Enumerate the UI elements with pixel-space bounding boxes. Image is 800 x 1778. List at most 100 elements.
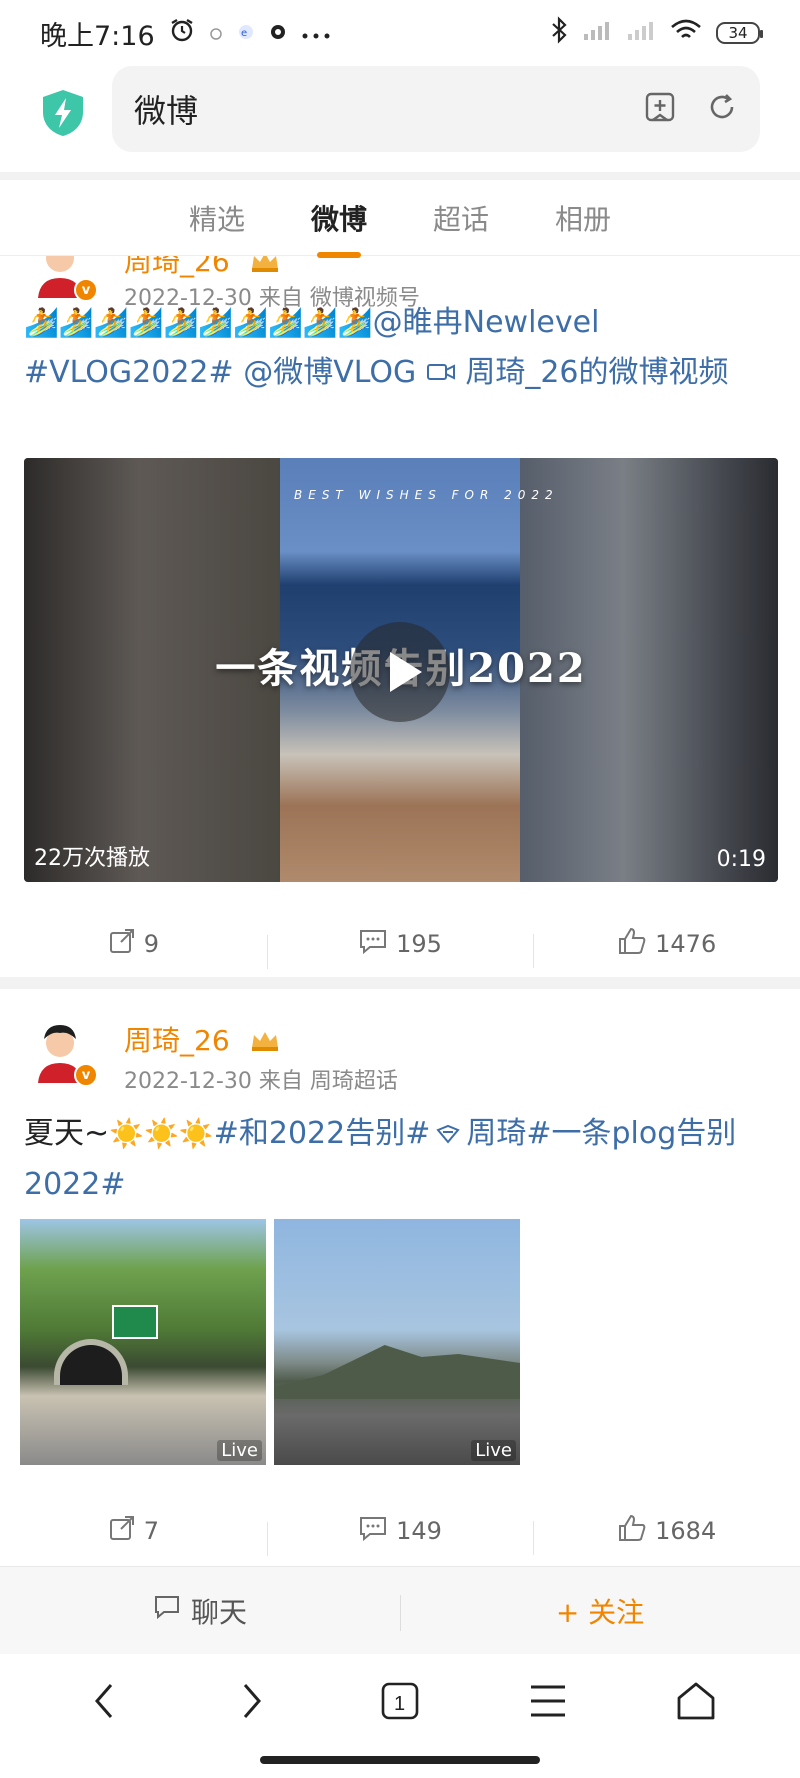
video-banner-text: BEST WISHES FOR 2022 xyxy=(294,488,559,502)
username-text[interactable]: 周琦_26 xyxy=(124,256,230,278)
repost-button[interactable]: 9 xyxy=(0,927,267,961)
status-time: 晚上7:16 xyxy=(40,20,155,52)
refresh-icon[interactable] xyxy=(706,91,738,127)
repost-count: 7 xyxy=(143,1517,159,1545)
menu-icon[interactable] xyxy=(518,1671,578,1731)
svg-text:1: 1 xyxy=(394,1693,405,1715)
app-notification-icon: e xyxy=(237,18,255,48)
video-player[interactable]: BEST WISHES FOR 2022 一条视频告别2022 22万次播放 0… xyxy=(24,458,778,882)
wifi-icon xyxy=(670,17,702,50)
post: v 周琦_26 2022-12-30 来自 周琦超话 夏天~☀️☀️☀️#和20… xyxy=(0,989,800,1566)
chat-icon xyxy=(153,1594,181,1627)
post-date: 2022-12-30 xyxy=(124,1069,252,1094)
like-count: 1684 xyxy=(655,1517,717,1545)
photo-thumbnail[interactable]: Live xyxy=(274,1219,520,1465)
video-duration: 0:19 xyxy=(716,847,766,872)
more-dots-icon xyxy=(301,18,331,48)
feed: v 周琦_26 2022-12-30 来自 微博视频号 🏄🏄🏄🏄🏄🏄🏄🏄🏄🏄@睢… xyxy=(0,256,800,1566)
post-actions: 9 195 1476 xyxy=(0,914,800,974)
status-bar: 晚上7:16 e 34 xyxy=(0,0,800,66)
mention-link[interactable]: @微博VLOG xyxy=(243,355,416,390)
super-topic-icon xyxy=(434,1110,462,1160)
divider xyxy=(0,172,800,180)
live-photo-badge: Live xyxy=(217,1440,262,1461)
profile-bottom-bar: 聊天 + 关注 xyxy=(0,1566,800,1654)
chat-label: 聊天 xyxy=(190,1595,247,1629)
profile-tabs: 精选 微博 超话 相册 xyxy=(0,180,800,256)
tab-weibo[interactable]: 微博 xyxy=(307,198,371,238)
repost-count: 9 xyxy=(143,930,159,958)
crown-icon xyxy=(249,256,281,280)
username-text[interactable]: 周琦_26 xyxy=(124,1024,230,1057)
back-icon[interactable] xyxy=(74,1671,134,1731)
sun-emoji-icon: ☀️☀️☀️ xyxy=(109,1117,214,1150)
gesture-handle[interactable] xyxy=(260,1756,540,1764)
tab-super-topic[interactable]: 超话 xyxy=(429,198,493,238)
battery-indicator: 34 xyxy=(716,22,763,44)
username[interactable]: 周琦_26 xyxy=(124,256,281,280)
browser-bar: 微博 xyxy=(0,66,800,172)
post-actions: 7 149 1684 xyxy=(0,1501,800,1561)
repost-icon xyxy=(108,1514,136,1548)
hashtag-link[interactable]: #VLOG2022# xyxy=(24,355,234,390)
forward-icon[interactable] xyxy=(222,1671,282,1731)
comment-icon xyxy=(358,1514,388,1548)
comment-button[interactable]: 149 xyxy=(266,1514,534,1556)
bluetooth-icon xyxy=(550,15,568,51)
home-icon[interactable] xyxy=(666,1671,726,1731)
security-shield-icon[interactable] xyxy=(40,88,86,138)
video-link[interactable]: 周琦_26的微博视频 xyxy=(465,355,728,390)
avatar[interactable]: v xyxy=(28,1019,98,1087)
avatar[interactable]: v xyxy=(28,256,98,302)
alarm-icon xyxy=(169,17,195,50)
post-text: 夏天~☀️☀️☀️#和2022告别# 周琦#一条plog告别2022# xyxy=(24,1109,780,1210)
tab-featured[interactable]: 精选 xyxy=(185,198,249,238)
photo-thumbnail[interactable]: Live xyxy=(20,1219,266,1465)
live-photo-badge: Live xyxy=(471,1440,516,1461)
tunnel-shape xyxy=(54,1339,128,1385)
hashtag-link[interactable]: #和2022告别# xyxy=(214,1116,431,1151)
video-link-icon xyxy=(426,349,456,399)
signal-icon-2 xyxy=(626,18,656,49)
add-bookmark-icon[interactable] xyxy=(644,91,676,127)
tabs-icon[interactable]: 1 xyxy=(370,1671,430,1731)
username[interactable]: 周琦_26 xyxy=(124,1019,281,1059)
photo-grid: Live Live xyxy=(20,1219,520,1465)
chat-button[interactable]: 聊天 xyxy=(0,1591,400,1631)
follow-button[interactable]: + 关注 xyxy=(400,1591,800,1631)
post-source: 来自 周琦超话 xyxy=(258,1069,398,1094)
video-play-count: 22万次播放 xyxy=(34,846,150,871)
address-bar[interactable]: 微博 xyxy=(112,66,760,152)
crown-icon xyxy=(249,1026,281,1059)
comment-count: 149 xyxy=(396,1517,442,1545)
app-notification-icon-2 xyxy=(269,18,287,48)
follow-label: + 关注 xyxy=(555,1595,645,1629)
like-count: 1476 xyxy=(655,930,717,958)
play-button-icon[interactable] xyxy=(350,622,450,722)
like-button[interactable]: 1476 xyxy=(533,926,800,968)
post-text: 🏄🏄🏄🏄🏄🏄🏄🏄🏄🏄@睢冉Newlevel #VLOG2022# @微博VLOG… xyxy=(24,298,780,399)
post: v 周琦_26 2022-12-30 来自 微博视频号 🏄🏄🏄🏄🏄🏄🏄🏄🏄🏄@睢… xyxy=(0,256,800,970)
post-meta: 2022-12-30 来自 周琦超话 xyxy=(124,1063,398,1095)
signal-icon xyxy=(582,18,612,49)
post-text-plain: 夏天~ xyxy=(24,1116,110,1151)
repost-icon xyxy=(108,927,136,961)
notification-icon xyxy=(209,18,223,48)
browser-nav-bar: 1 xyxy=(0,1654,800,1748)
road-sign-shape xyxy=(112,1305,158,1339)
hill-shape xyxy=(274,1345,520,1399)
repost-button[interactable]: 7 xyxy=(0,1514,267,1548)
svg-text:e: e xyxy=(241,28,247,39)
verified-badge-icon: v xyxy=(74,1063,98,1087)
mention-link[interactable]: @睢冉Newlevel xyxy=(373,305,600,340)
comment-count: 195 xyxy=(396,930,442,958)
address-text[interactable]: 微博 xyxy=(134,86,198,132)
comment-button[interactable]: 195 xyxy=(266,927,534,969)
like-button[interactable]: 1684 xyxy=(533,1513,800,1555)
post-separator xyxy=(0,977,800,989)
comment-icon xyxy=(358,927,388,961)
like-icon xyxy=(617,926,647,962)
surfing-emoji-icon: 🏄🏄🏄🏄🏄🏄🏄🏄🏄🏄 xyxy=(24,306,373,339)
like-icon xyxy=(617,1513,647,1549)
tab-album[interactable]: 相册 xyxy=(551,198,615,238)
